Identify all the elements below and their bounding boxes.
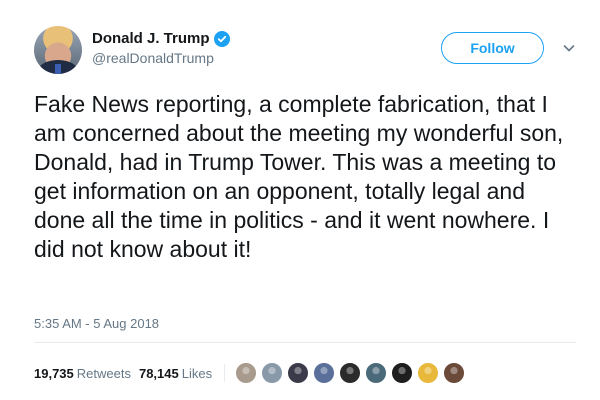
likes-count: 78,145 xyxy=(138,365,179,381)
author-name-row: Donald J. Trump xyxy=(92,30,230,47)
tweet-timestamp[interactable]: 5:35 AM - 5 Aug 2018 xyxy=(34,316,159,331)
verified-badge-icon xyxy=(213,30,230,47)
author-info: Donald J. Trump @realDonaldTrump xyxy=(92,30,230,66)
tweet-stats: 19,735 Retweets 78,145 Likes xyxy=(34,362,469,384)
liker-avatar[interactable] xyxy=(313,362,336,384)
avatar-tie xyxy=(55,64,61,74)
likes-stat[interactable]: 78,145 Likes xyxy=(139,366,212,381)
retweets-label: Retweets xyxy=(76,365,131,381)
liker-avatar[interactable] xyxy=(339,362,362,384)
liker-avatar[interactable] xyxy=(261,362,284,384)
retweets-stat[interactable]: 19,735 Retweets xyxy=(34,366,131,381)
liker-avatar[interactable] xyxy=(417,362,440,384)
liker-avatar[interactable] xyxy=(365,362,388,384)
stats-divider xyxy=(224,364,226,382)
liker-avatar[interactable] xyxy=(443,362,466,384)
chevron-down-icon[interactable] xyxy=(562,41,576,55)
author-display-name[interactable]: Donald J. Trump xyxy=(92,30,210,47)
liker-avatar[interactable] xyxy=(287,362,310,384)
checkmark-icon xyxy=(217,35,226,42)
liker-avatar[interactable] xyxy=(235,362,258,384)
divider xyxy=(34,342,576,343)
tweet-card: Donald J. Trump @realDonaldTrump Follow … xyxy=(0,0,600,400)
likes-label: Likes xyxy=(181,365,213,381)
liker-avatar[interactable] xyxy=(391,362,414,384)
tweet-text: Fake News reporting, a complete fabricat… xyxy=(34,91,564,262)
author-handle[interactable]: @realDonaldTrump xyxy=(92,50,230,66)
follow-button[interactable]: Follow xyxy=(441,32,544,64)
author-avatar[interactable] xyxy=(34,26,82,74)
liker-avatars xyxy=(235,362,469,384)
retweets-count: 19,735 xyxy=(34,365,74,381)
